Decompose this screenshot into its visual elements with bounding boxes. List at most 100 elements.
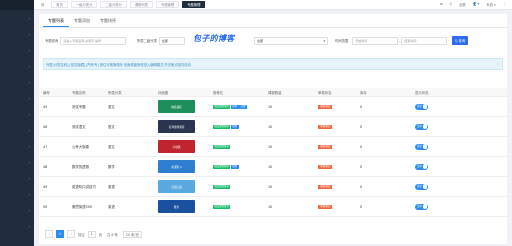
topic-name: 测试专题 bbox=[72, 105, 86, 109]
status-select[interactable]: 全部 ▾ bbox=[254, 36, 328, 45]
topic-category: 数学 bbox=[108, 165, 115, 169]
show-status-cell: 显示 bbox=[411, 143, 461, 150]
sidebar-item[interactable]: › bbox=[0, 42, 34, 58]
sidebar-item[interactable]: › bbox=[0, 154, 34, 170]
table-row[interactable]: 49 英语听口讲技巧 英语 英语口语 精品课程推荐 10 审核通过 0 显示 bbox=[39, 177, 507, 197]
tab-item[interactable]: 课程列表 bbox=[129, 1, 154, 8]
table-row[interactable]: 48 数学的逻辑 数学 新课程 4 精品课程推荐 推荐 10 审核通过 0 显示 bbox=[39, 157, 507, 177]
review-status-badge: 审核通过 bbox=[318, 184, 333, 190]
goto-page-input[interactable]: 1 bbox=[87, 230, 96, 238]
next-page-button[interactable]: › bbox=[67, 230, 75, 238]
toolbar-tool[interactable]: 系统 ▾ bbox=[486, 2, 495, 7]
show-toggle[interactable]: 显示 bbox=[415, 183, 428, 190]
goto-label: 前往 bbox=[78, 232, 85, 237]
topic-category: 英语 bbox=[108, 185, 115, 189]
category-label: 所属二级分类 bbox=[137, 39, 157, 43]
time-label: 时间范围 bbox=[335, 39, 349, 43]
sidebar-item[interactable]: › bbox=[0, 90, 34, 106]
stock-value: 0 bbox=[360, 144, 363, 149]
review-status-badge: 审核通过 bbox=[318, 204, 333, 210]
prev-page-button[interactable]: ‹ bbox=[45, 230, 53, 238]
keyword-label: 专题查询 bbox=[45, 39, 59, 43]
end-time-input[interactable]: 结束时间 bbox=[401, 36, 448, 45]
tab-item[interactable]: 专题管理 bbox=[156, 1, 180, 8]
sidebar-item[interactable]: › bbox=[0, 10, 34, 26]
topic-id: 50 bbox=[43, 204, 48, 209]
topic-category: 语文 bbox=[108, 105, 115, 109]
recommend-tag: 精品课程推荐 bbox=[213, 104, 231, 109]
sidebar-item[interactable]: › bbox=[0, 170, 34, 186]
review-status-cell: 审核通过 bbox=[314, 104, 356, 110]
tab-topic-list[interactable]: 专题列表 bbox=[43, 15, 69, 27]
sidebar-item[interactable]: › bbox=[0, 58, 34, 74]
category-select[interactable]: 全部 bbox=[158, 36, 185, 45]
start-time-input[interactable]: 开始时间 bbox=[352, 36, 399, 45]
sidebar-item[interactable]: › bbox=[0, 202, 34, 218]
page-size-select[interactable]: 20 条/页 bbox=[122, 230, 142, 238]
toolbar-tool[interactable]: 👤 ▾ bbox=[473, 2, 480, 7]
pagination: ‹ 1 › 前往 1 页 共 6 条 20 条/页 bbox=[45, 230, 142, 238]
table-row[interactable]: 50 雅思英语550 英语 雅思 精品课程推荐 10 审核通过 0 显示 bbox=[39, 197, 507, 217]
show-toggle[interactable]: 显示 bbox=[415, 163, 428, 170]
topic-id: 45 bbox=[43, 104, 48, 109]
show-toggle[interactable]: 显示 bbox=[415, 123, 428, 130]
total-count: 共 6 条 bbox=[107, 232, 118, 237]
review-status-cell: 审核通过 bbox=[314, 164, 356, 170]
toolbar-tool[interactable]: ⋮ bbox=[503, 2, 506, 7]
sidebar-item[interactable]: › bbox=[0, 218, 34, 234]
topic-name: 公考大咖课 bbox=[72, 145, 89, 149]
page-unit-label: 页 bbox=[98, 232, 102, 237]
sidebar-item[interactable]: › bbox=[0, 26, 34, 42]
course-count: 10 bbox=[268, 184, 273, 189]
recommend-cell: 精品课程推荐 推荐 bbox=[209, 124, 264, 129]
recommend-cell: 精品课程推荐 bbox=[209, 204, 264, 209]
review-status-cell: 审核通过 bbox=[314, 124, 356, 130]
column-header: 审核状态 bbox=[318, 90, 332, 95]
tab-item[interactable]: 一级分类分 bbox=[70, 1, 98, 8]
table-row[interactable]: 47 公考大咖课 语文 大咖课 精品课程推荐 10 审核通过 0 显示 bbox=[39, 137, 507, 157]
table-row[interactable]: 46 测试语文 语文 名师金牌课程 精品课程推荐 推荐 10 审核通过 0 显示 bbox=[39, 117, 507, 137]
show-toggle[interactable]: 显示 bbox=[415, 203, 428, 210]
show-toggle[interactable]: 显示 bbox=[415, 103, 428, 110]
review-status-cell: 审核通过 bbox=[314, 144, 356, 150]
sidebar-item[interactable]: › bbox=[0, 74, 34, 90]
sidebar-item[interactable]: › bbox=[0, 106, 34, 122]
show-status-cell: 显示 bbox=[411, 203, 461, 210]
recommend-cell: 精品课程推荐 推荐 bbox=[209, 164, 264, 169]
sidebar-item[interactable]: › bbox=[0, 138, 34, 154]
stock-value: 0 bbox=[360, 164, 363, 169]
column-header: 所属分类 bbox=[108, 90, 122, 95]
search-button[interactable]: Q 查询 bbox=[452, 36, 468, 45]
table-row[interactable]: 45 测试专题 语文 精品课程 精品课程推荐 推荐 品牌 10 审核通过 0 显示 bbox=[39, 97, 507, 117]
toolbar-tool[interactable]: ⚲ bbox=[450, 2, 452, 7]
cover-image: 名师金牌课程 bbox=[158, 120, 195, 133]
sidebar-item[interactable]: › bbox=[0, 186, 34, 202]
home-tab[interactable]: 首 bbox=[37, 1, 49, 8]
toolbar-tool[interactable]: ⊞ bbox=[440, 2, 443, 7]
review-status-cell: 审核通过 bbox=[314, 184, 356, 190]
sidebar-item[interactable]: › bbox=[0, 122, 34, 138]
recommend-cell: 精品课程推荐 推荐 品牌 bbox=[209, 104, 264, 109]
page-1-button[interactable]: 1 bbox=[56, 230, 64, 238]
tab-item[interactable]: 专题管理 bbox=[182, 1, 206, 8]
sidebar-logo bbox=[0, 0, 34, 10]
review-status-badge: 审核通过 bbox=[318, 144, 333, 150]
column-header: 封面图 bbox=[158, 90, 169, 95]
info-notice: 列表[分类名称],[是否隐藏],[所有专] 按住可拖拽排序 页面或者修改进入编辑… bbox=[43, 58, 503, 70]
show-status-cell: 显示 bbox=[411, 163, 461, 170]
column-header: 库存 bbox=[360, 90, 367, 95]
column-header: 显示状态 bbox=[415, 90, 429, 95]
tab-item[interactable]: 首页 bbox=[51, 1, 68, 8]
tab-item[interactable]: 二级分类分 bbox=[100, 1, 127, 8]
toolbar-tool[interactable]: 全屏 bbox=[459, 2, 466, 7]
show-toggle[interactable]: 显示 bbox=[415, 143, 428, 150]
top-right-tools: ⊞ ⚲ 全屏 👤 ▾ 系统 ▾ ⋮ bbox=[440, 2, 512, 7]
keyword-input[interactable]: 请输入专题名称,关键字,编号 bbox=[60, 36, 127, 45]
recommend-tag: 品牌 bbox=[239, 104, 247, 109]
topic-category: 英语 bbox=[108, 205, 115, 209]
topic-table: 编号 专题名称 所属分类 封面图 推荐位 课程数量 审核状态 库存 显示状态 45 测试专题 语文精… bbox=[39, 88, 507, 217]
tab-topic-add[interactable]: 专题添加 bbox=[69, 15, 95, 27]
tab-topic-sort[interactable]: 专题排序 bbox=[95, 15, 121, 27]
cover-image: 英语口语 bbox=[158, 180, 195, 193]
cover-image: 大咖课 bbox=[158, 140, 195, 153]
